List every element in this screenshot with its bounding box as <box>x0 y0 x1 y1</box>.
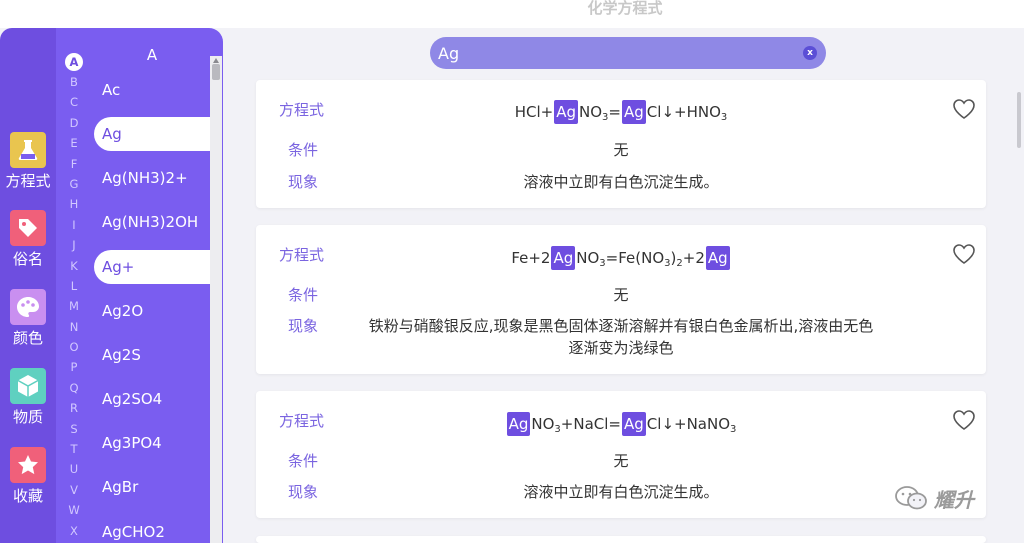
category-label: 物质 <box>12 408 43 426</box>
result-card: 方程式 HCl+ Ag NO3= Ag Cl↓+HNO3 条件 无 现象 溶液中立即有白… <box>256 80 986 208</box>
alphabet-letter[interactable]: H <box>64 194 84 214</box>
palette-icon <box>10 289 46 325</box>
alphabet-letter[interactable]: N <box>64 317 84 337</box>
element-item[interactable]: AgBr <box>94 465 210 509</box>
alphabet-letter[interactable]: O <box>64 337 84 357</box>
result-card: 方程式 Ag NO3+NaCl= Ag Cl↓+NaNO3 条件 无 现象 溶液中立即… <box>256 391 986 518</box>
element-item[interactable]: Ag2SO4 <box>94 377 210 421</box>
equation-text: Fe+2 Ag NO3=Fe(NO3)2+2 Ag <box>306 246 936 276</box>
favorite-heart-icon[interactable] <box>952 98 978 122</box>
element-list: Ac Ag Ag(NH3)2+ Ag(NH3)2OH Ag+ Ag2O Ag2S… <box>94 68 210 543</box>
search-bar: x <box>430 37 826 69</box>
app-title: 化学方程式 <box>587 0 663 17</box>
title-bar: 化学方程式 <box>0 0 1024 28</box>
alphabet-letter[interactable]: P <box>64 357 84 377</box>
category-label: 方程式 <box>5 172 51 190</box>
search-input[interactable] <box>438 39 778 67</box>
category-favorites[interactable]: 收藏 <box>0 447 56 517</box>
result-card: 方程式 Fe+2 Ag NO3=Fe(NO3)2+2 Ag 条件 无 现象 铁粉与硝酸… <box>256 225 986 374</box>
watermark: 耀升 <box>894 480 974 516</box>
highlight-match: Ag <box>622 100 646 124</box>
highlight-match: Ag <box>705 246 730 270</box>
result-card-partial <box>256 536 986 543</box>
highlight-match: Ag <box>551 246 576 270</box>
category-common-name[interactable]: 俗名 <box>0 210 56 280</box>
clear-search-button[interactable]: x <box>803 46 817 60</box>
element-item[interactable]: AgCHO2 <box>94 510 210 543</box>
element-item[interactable]: Ac <box>94 68 210 112</box>
alphabet-letter[interactable]: G <box>64 174 84 194</box>
alphabet-letter[interactable]: B <box>64 72 84 92</box>
list-scrollbar[interactable] <box>210 56 222 543</box>
category-color[interactable]: 颜色 <box>0 289 56 359</box>
element-item[interactable]: Ag(NH3)2+ <box>94 156 210 200</box>
alphabet-letter[interactable]: L <box>64 276 84 296</box>
alphabet-letter[interactable]: U <box>64 459 84 479</box>
alphabet-letter[interactable]: X <box>64 521 84 541</box>
element-item-selected[interactable]: Ag <box>94 117 210 152</box>
phenomenon-value: 铁粉与硝酸银反应,现象是黑色固体逐渐溶解并有银白色金属析出,溶液由无色 逐渐变为… <box>368 317 874 357</box>
wechat-icon <box>895 486 927 510</box>
condition-value: 无 <box>613 141 629 159</box>
alphabet-letter[interactable]: E <box>64 133 84 153</box>
condition-value: 无 <box>613 286 629 304</box>
category-equation[interactable]: 方程式 <box>0 132 56 202</box>
equation-text: Ag NO3+NaCl= Ag Cl↓+NaNO3 <box>306 412 936 442</box>
element-item[interactable]: Ag2S <box>94 333 210 377</box>
alphabet-letter[interactable]: T <box>64 439 84 459</box>
highlight-match: Ag <box>554 100 579 124</box>
alphabet-letter[interactable]: S <box>64 419 84 439</box>
alphabet-letter[interactable]: I <box>64 215 84 235</box>
scrollbar-thumb[interactable] <box>212 64 220 80</box>
element-item[interactable]: Ag(NH3)2OH <box>94 200 210 244</box>
category-label: 俗名 <box>12 250 43 268</box>
alphabet-index: A B C D E F G H I J K L M N O P Q R S T … <box>64 52 86 541</box>
alphabet-letter[interactable]: W <box>64 500 84 520</box>
highlight-match: Ag <box>506 412 531 436</box>
results-scrollbar[interactable] <box>1017 92 1021 148</box>
alphabet-letter-active[interactable]: A <box>65 53 83 71</box>
category-substance[interactable]: 物质 <box>0 368 56 438</box>
scroll-up-arrow-icon[interactable] <box>213 58 219 63</box>
list-section-header: A <box>146 46 158 64</box>
alphabet-letter[interactable]: V <box>64 480 84 500</box>
alphabet-letter[interactable]: K <box>64 256 84 276</box>
alphabet-letter[interactable]: D <box>64 113 84 133</box>
alphabet-letter[interactable]: C <box>64 92 84 112</box>
equation-text: HCl+ Ag NO3= Ag Cl↓+HNO3 <box>306 100 936 130</box>
flask-icon <box>10 132 46 168</box>
watermark-text: 耀升 <box>934 487 974 512</box>
alphabet-letter[interactable]: R <box>64 398 84 418</box>
alphabet-letter[interactable]: Q <box>64 378 84 398</box>
alphabet-letter[interactable]: F <box>64 154 84 174</box>
alphabet-letter[interactable]: M <box>64 296 84 316</box>
element-item-selected[interactable]: Ag+ <box>94 249 210 284</box>
phenomenon-value: 溶液中立即有白色沉淀生成。 <box>523 173 719 191</box>
star-icon <box>10 447 46 483</box>
favorite-heart-icon[interactable] <box>952 409 978 433</box>
favorite-heart-icon[interactable] <box>952 243 978 267</box>
condition-value: 无 <box>613 452 629 470</box>
category-label: 收藏 <box>12 487 43 505</box>
element-item[interactable]: Ag3PO4 <box>94 421 210 465</box>
highlight-match: Ag <box>622 412 646 436</box>
phenomenon-value: 溶液中立即有白色沉淀生成。 <box>523 483 719 501</box>
alphabet-letter[interactable]: J <box>64 235 84 255</box>
element-item[interactable]: Ag2O <box>94 289 210 333</box>
category-label: 颜色 <box>12 329 43 347</box>
tag-icon <box>10 210 46 246</box>
cube-icon <box>10 368 46 404</box>
